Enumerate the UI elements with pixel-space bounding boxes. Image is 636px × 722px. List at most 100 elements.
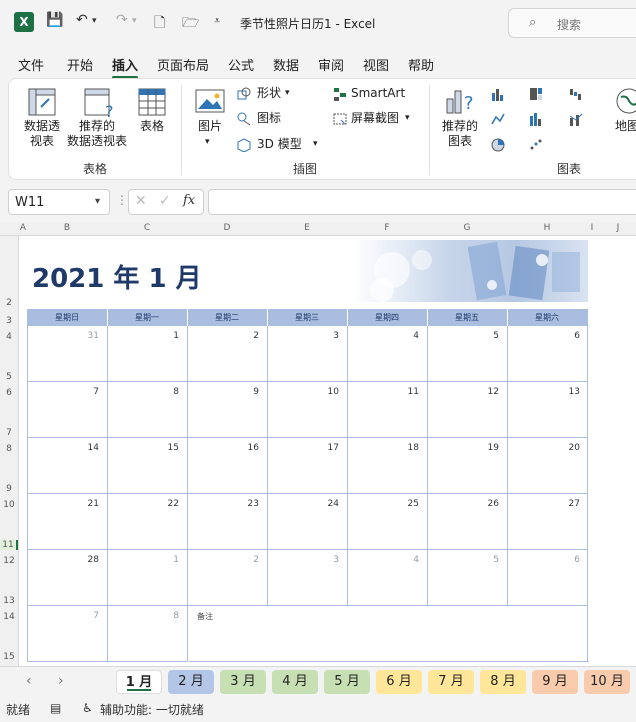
- search-input[interactable]: ⌕ 搜索: [508, 8, 636, 38]
- row-header-item[interactable]: 11: [0, 540, 18, 550]
- insert-function-icon[interactable]: fx: [183, 193, 195, 208]
- tab-help[interactable]: 帮助: [408, 55, 434, 74]
- day-cell[interactable]: 11: [348, 382, 428, 438]
- line-chart-icon[interactable]: [491, 112, 505, 126]
- day-cell[interactable]: 22: [108, 494, 188, 550]
- shapes-dropdown-icon[interactable]: ▾: [285, 86, 290, 101]
- accessibility-status[interactable]: 辅助功能: 一切就绪: [100, 701, 204, 718]
- statistic-chart-icon[interactable]: [529, 112, 543, 126]
- row-header-item[interactable]: 6: [0, 388, 18, 398]
- day-cell[interactable]: 28: [28, 550, 108, 606]
- row-header-item[interactable]: 12: [0, 556, 18, 566]
- day-cell[interactable]: 16: [188, 438, 268, 494]
- day-cell[interactable]: 4: [348, 326, 428, 382]
- day-cell[interactable]: 23: [188, 494, 268, 550]
- day-cell[interactable]: 12: [428, 382, 508, 438]
- sheet-tab[interactable]: 1 月: [116, 670, 162, 694]
- tab-page-layout[interactable]: 页面布局: [157, 55, 209, 74]
- formula-input[interactable]: [208, 189, 636, 215]
- tab-view[interactable]: 视图: [363, 55, 389, 74]
- day-cell[interactable]: 24: [268, 494, 348, 550]
- 3d-models-dropdown-icon[interactable]: ▾: [313, 137, 318, 152]
- column-header-g[interactable]: G: [427, 223, 507, 233]
- sheet-tab[interactable]: 4 月: [272, 670, 318, 694]
- hierarchy-chart-icon[interactable]: [529, 87, 543, 101]
- day-cell[interactable]: 8: [108, 382, 188, 438]
- column-header-a[interactable]: A: [19, 223, 27, 233]
- sheet-tab[interactable]: 6 月: [376, 670, 422, 694]
- day-cell[interactable]: 6: [508, 326, 588, 382]
- undo-icon[interactable]: ↶: [76, 12, 88, 28]
- table-button[interactable]: 表格: [135, 119, 169, 134]
- column-header-b[interactable]: B: [27, 223, 107, 233]
- day-cell[interactable]: 1: [108, 550, 188, 606]
- day-cell[interactable]: 4: [348, 550, 428, 606]
- row-header-item[interactable]: 15: [0, 652, 18, 662]
- day-cell[interactable]: 1: [108, 326, 188, 382]
- day-cell[interactable]: 10: [268, 382, 348, 438]
- day-cell[interactable]: 19: [428, 438, 508, 494]
- day-cell[interactable]: 2: [188, 326, 268, 382]
- customize-toolbar-icon[interactable]: ⩡: [214, 14, 220, 28]
- row-header-item[interactable]: 3: [0, 316, 18, 326]
- day-cell[interactable]: 6: [508, 550, 588, 606]
- tab-data[interactable]: 数据: [273, 55, 299, 74]
- row-header-item[interactable]: 9: [0, 484, 18, 494]
- day-cell[interactable]: 13: [508, 382, 588, 438]
- worksheet-grid[interactable]: A B C D E F G H I J 2 3 4 5 6 7 8 9 10 1…: [0, 222, 636, 666]
- day-cell[interactable]: 20: [508, 438, 588, 494]
- day-cell[interactable]: 7: [28, 382, 108, 438]
- column-header-c[interactable]: C: [107, 223, 187, 233]
- column-header-j[interactable]: J: [600, 223, 636, 233]
- pie-chart-icon[interactable]: [491, 138, 505, 152]
- day-cell[interactable]: 7: [28, 606, 108, 662]
- chevron-right-icon[interactable]: ›: [58, 673, 64, 689]
- sheet-tab[interactable]: 5 月: [324, 670, 370, 694]
- day-cell[interactable]: 3: [268, 326, 348, 382]
- day-cell[interactable]: 2: [188, 550, 268, 606]
- column-header-f[interactable]: F: [347, 223, 427, 233]
- row-header-item[interactable]: 13: [0, 596, 18, 606]
- pictures-button[interactable]: 图片: [195, 119, 225, 134]
- screenshot-button[interactable]: 屏幕截图: [351, 111, 399, 126]
- notes-cell[interactable]: 备注: [189, 606, 589, 662]
- day-cell[interactable]: 9: [188, 382, 268, 438]
- day-cell[interactable]: 27: [508, 494, 588, 550]
- sheet-tab[interactable]: 3 月: [220, 670, 266, 694]
- save-icon[interactable]: 💾: [46, 12, 63, 28]
- column-header-i[interactable]: I: [587, 223, 597, 233]
- day-cell[interactable]: 5: [428, 326, 508, 382]
- chevron-down-icon[interactable]: ▾: [95, 196, 100, 207]
- shapes-button[interactable]: 形状: [257, 86, 281, 101]
- day-cell[interactable]: 3: [268, 550, 348, 606]
- row-header-item[interactable]: 5: [0, 372, 18, 382]
- 3d-models-button[interactable]: 3D 模型: [257, 137, 302, 152]
- sheet-tab[interactable]: 9 月: [532, 670, 578, 694]
- sheet-tab[interactable]: 10 月: [584, 670, 630, 694]
- recommended-charts-button[interactable]: 推荐的 图表: [437, 119, 483, 149]
- macro-record-icon[interactable]: ▤: [50, 701, 61, 715]
- recommended-pivot-button[interactable]: 推荐的 数据透视表: [65, 119, 129, 149]
- column-header-e[interactable]: E: [267, 223, 347, 233]
- column-chart-icon[interactable]: [491, 87, 505, 101]
- sheet-tab[interactable]: 8 月: [480, 670, 526, 694]
- new-file-icon[interactable]: 🗋: [154, 12, 165, 36]
- row-header-item[interactable]: 14: [0, 612, 18, 622]
- day-cell[interactable]: 25: [348, 494, 428, 550]
- tab-review[interactable]: 审阅: [318, 55, 344, 74]
- day-cell[interactable]: 26: [428, 494, 508, 550]
- icons-button[interactable]: 图标: [257, 111, 281, 126]
- smartart-button[interactable]: SmartArt: [351, 86, 405, 101]
- combo-chart-icon[interactable]: [569, 112, 583, 126]
- scatter-chart-icon[interactable]: [529, 138, 543, 152]
- row-header-item[interactable]: 2: [0, 298, 18, 308]
- chevron-left-icon[interactable]: ‹: [26, 673, 32, 689]
- undo-dropdown-icon[interactable]: ▾: [92, 16, 97, 26]
- more-options-icon[interactable]: ⋮: [116, 193, 128, 207]
- day-cell[interactable]: 15: [108, 438, 188, 494]
- open-folder-icon[interactable]: 🗁: [182, 12, 199, 36]
- day-cell[interactable]: 18: [348, 438, 428, 494]
- tab-insert[interactable]: 插入: [112, 55, 139, 79]
- day-cell[interactable]: 5: [428, 550, 508, 606]
- screenshot-dropdown-icon[interactable]: ▾: [405, 111, 410, 126]
